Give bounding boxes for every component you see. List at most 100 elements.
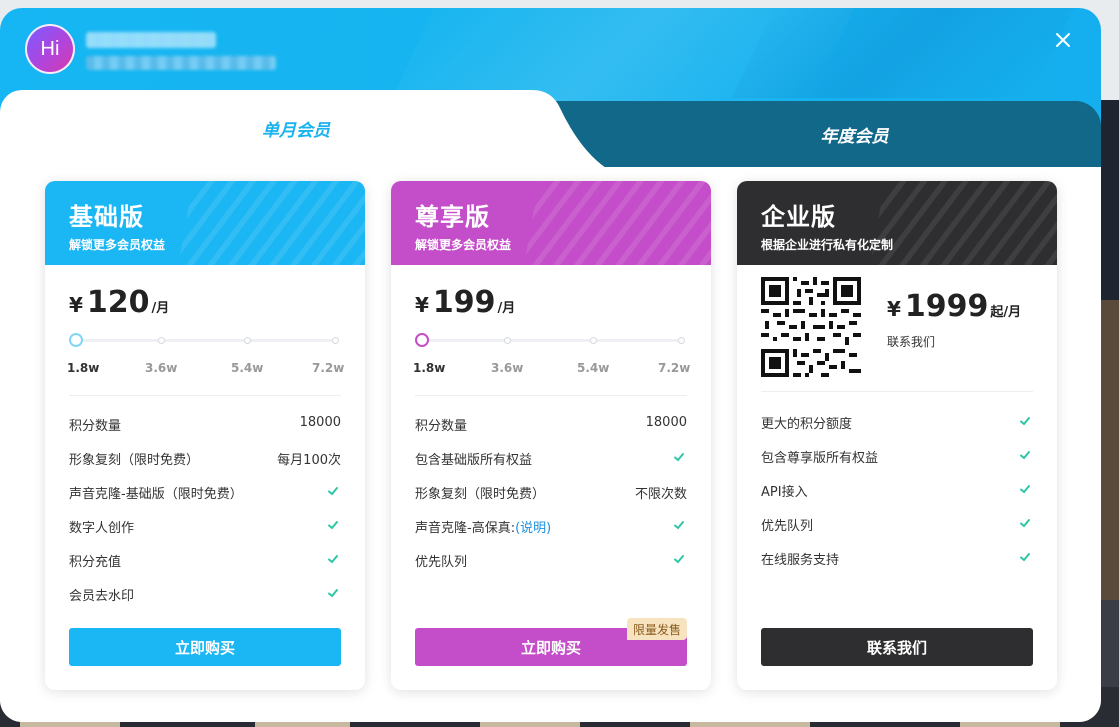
feature-label: 声音克隆-高保真:: [415, 521, 516, 536]
tab-monthly[interactable]: 单月会员: [0, 90, 606, 168]
feature-label: 包含尊享版所有权益: [761, 451, 879, 466]
slider-stop[interactable]: [678, 337, 685, 344]
user-info-blurred: [86, 56, 276, 70]
plan-title: 尊享版: [415, 203, 490, 231]
feature-row: API接入: [761, 481, 1033, 515]
tick-label[interactable]: 5.4w: [231, 361, 263, 375]
tick-label[interactable]: 7.2w: [658, 361, 690, 375]
avatar-text: Hi: [40, 37, 60, 60]
tick-label[interactable]: 3.6w: [491, 361, 523, 375]
price-unit: 起/月: [990, 305, 1022, 320]
price-amount: 199: [432, 285, 496, 320]
check-icon: [1020, 553, 1030, 562]
explain-link[interactable]: (说明): [515, 521, 551, 536]
feature-value: 每月100次: [277, 453, 341, 468]
plan-subtitle: 解锁更多会员权益: [415, 238, 512, 252]
feature-list: 积分数量 18000 包含基础版所有权益 形象复刻（限时免费） 不限次数 声音克隆-…: [415, 415, 687, 585]
price-currency: ¥: [887, 297, 901, 321]
slider-stop[interactable]: [158, 337, 165, 344]
price-unit: /月: [151, 301, 170, 316]
feature-row: 数字人创作: [69, 517, 341, 551]
slider-stop[interactable]: [590, 337, 597, 344]
feature-row: 形象复刻（限时免费） 不限次数: [415, 483, 687, 517]
feature-label: 数字人创作: [69, 521, 135, 536]
feature-label: 积分数量: [415, 419, 468, 434]
check-icon: [674, 555, 684, 564]
price-currency: ¥: [69, 293, 83, 317]
plan-card-enterprise: 企业版 根据企业进行私有化定制 ¥ 1999 起/月 联系我们 更大的积分额度 …: [737, 181, 1057, 690]
feature-row: 优先队列: [415, 551, 687, 585]
quota-slider[interactable]: [69, 333, 341, 347]
plan-card-header: 尊享版 解锁更多会员权益: [391, 181, 711, 265]
background-right-image: [1099, 300, 1119, 600]
tab-yearly[interactable]: 年度会员: [548, 101, 1101, 167]
feature-row: 更大的积分额度: [761, 413, 1033, 447]
feature-row: 包含尊享版所有权益: [761, 447, 1033, 481]
feature-row: 包含基础版所有权益: [415, 449, 687, 483]
check-icon: [328, 555, 338, 564]
qr-code-icon: [761, 277, 861, 377]
plan-subtitle: 根据企业进行私有化定制: [761, 238, 894, 252]
plan-subtitle: 解锁更多会员权益: [69, 238, 166, 252]
contact-text: 联系我们: [887, 335, 936, 349]
tick-label[interactable]: 3.6w: [145, 361, 177, 375]
feature-label: 更大的积分额度: [761, 417, 853, 432]
price-amount: 120: [86, 285, 150, 320]
feature-label: 优先队列: [761, 519, 814, 534]
feature-row: 优先队列: [761, 515, 1033, 549]
check-icon: [1020, 417, 1030, 426]
price-unit: /月: [497, 301, 516, 316]
feature-row: 声音克隆-基础版（限时免费）: [69, 483, 341, 517]
price-amount: 1999: [904, 289, 989, 324]
tab-yearly-label: 年度会员: [820, 126, 889, 147]
user-name-blurred: [86, 32, 216, 48]
slider-knob[interactable]: [415, 333, 429, 347]
feature-label: 形象复刻（限时免费）: [415, 487, 546, 502]
price: ¥ 199 /月: [415, 285, 515, 320]
quota-slider[interactable]: [415, 333, 687, 347]
price: ¥ 1999 起/月: [887, 289, 1021, 324]
feature-row: 声音克隆-高保真:(说明): [415, 517, 687, 551]
slider-stop[interactable]: [504, 337, 511, 344]
plan-title: 基础版: [69, 203, 144, 231]
feature-value: 18000: [645, 415, 687, 430]
feature-label: 声音克隆-基础版（限时免费）: [69, 487, 243, 502]
check-icon: [1020, 485, 1030, 494]
buy-button-basic[interactable]: 立即购买: [69, 628, 341, 666]
check-icon: [328, 589, 338, 598]
check-icon: [1020, 451, 1030, 460]
tick-label[interactable]: 1.8w: [413, 361, 445, 375]
price: ¥ 120 /月: [69, 285, 169, 320]
check-icon: [674, 521, 684, 530]
feature-value: 不限次数: [634, 487, 687, 502]
feature-row: 形象复刻（限时免费） 每月100次: [69, 449, 341, 483]
feature-label: 形象复刻（限时免费）: [69, 453, 200, 468]
tick-label[interactable]: 7.2w: [312, 361, 344, 375]
plan-card-premium: 尊享版 解锁更多会员权益 ¥ 199 /月 1.8w 3.6w 5.4w 7.2…: [391, 181, 711, 690]
feature-value: 18000: [299, 415, 341, 430]
close-button[interactable]: [1051, 28, 1075, 52]
slider-knob[interactable]: [69, 333, 83, 347]
feature-row: 会员去水印: [69, 585, 341, 619]
check-icon: [1020, 519, 1030, 528]
plan-card-basic: 基础版 解锁更多会员权益 ¥ 120 /月 1.8w 3.6w 5.4w 7.2…: [45, 181, 365, 690]
feature-label: API接入: [761, 485, 808, 500]
limited-badge: 限量发售: [626, 618, 687, 640]
feature-list: 积分数量 18000 形象复刻（限时免费） 每月100次 声音克隆-基础版（限时免费…: [69, 415, 341, 619]
check-icon: [328, 487, 338, 496]
feature-row: 积分充值: [69, 551, 341, 585]
tick-label[interactable]: 1.8w: [67, 361, 99, 375]
slider-stop[interactable]: [244, 337, 251, 344]
tick-label[interactable]: 5.4w: [577, 361, 609, 375]
plan-title: 企业版: [761, 203, 836, 231]
feature-label: 积分充值: [69, 555, 122, 570]
feature-label: 优先队列: [415, 555, 468, 570]
feature-list: 更大的积分额度 包含尊享版所有权益 API接入 优先队列 在线服务支持: [761, 413, 1033, 583]
contact-button-enterprise[interactable]: 联系我们: [761, 628, 1033, 666]
feature-row: 积分数量 18000: [415, 415, 687, 449]
close-icon: [1056, 33, 1070, 47]
slider-stop[interactable]: [332, 337, 339, 344]
price-currency: ¥: [415, 293, 429, 317]
feature-label: 积分数量: [69, 419, 122, 434]
feature-label: 在线服务支持: [761, 553, 840, 568]
